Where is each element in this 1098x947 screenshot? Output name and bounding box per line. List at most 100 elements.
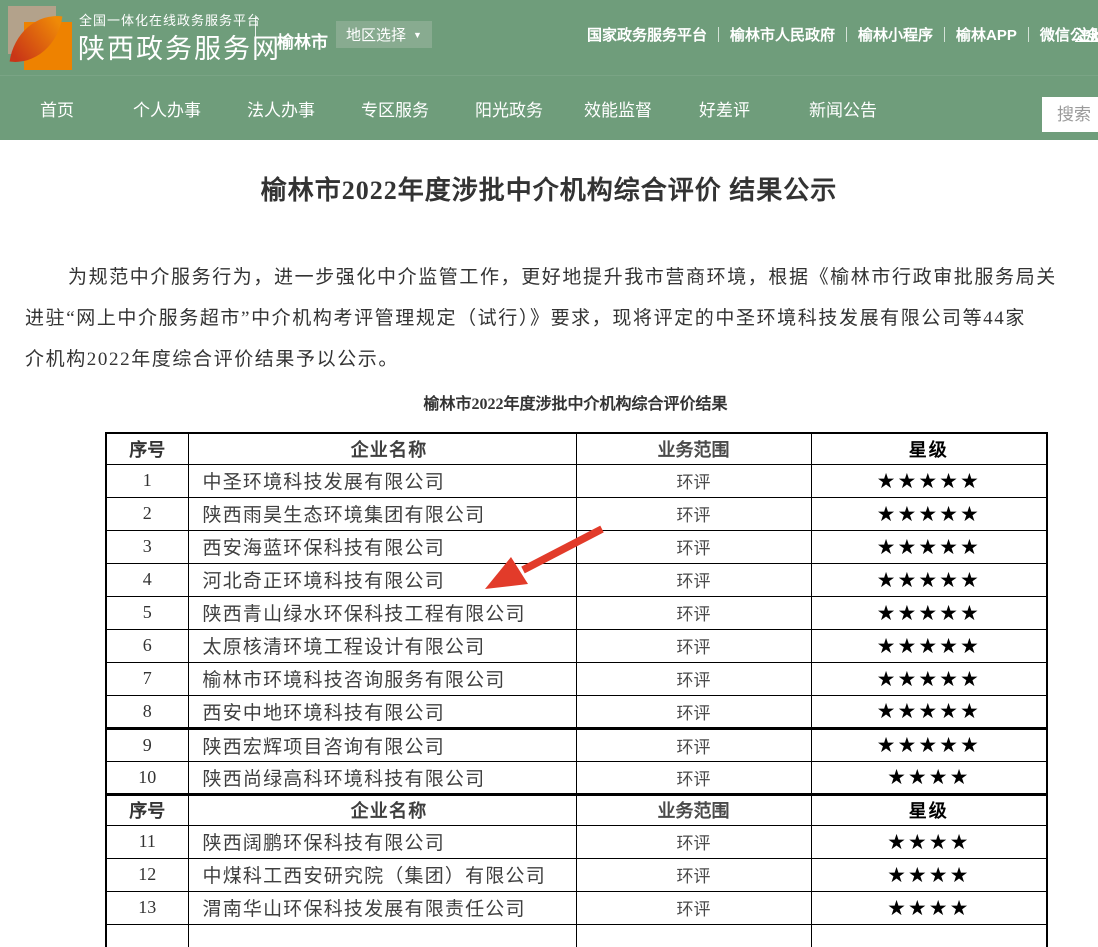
- table-caption: 榆林市2022年度涉批中介机构综合评价结果: [105, 390, 1046, 414]
- row-number: 10: [106, 761, 188, 794]
- nav-item-5[interactable]: 阳光政务: [475, 76, 543, 141]
- business-scope: 环评: [576, 761, 811, 794]
- row-number: 6: [106, 629, 188, 662]
- register-link[interactable]: 注册: [1075, 24, 1098, 45]
- star-rating: ★★★★: [811, 761, 1047, 794]
- column-header: 业务范围: [576, 433, 811, 464]
- announcement-paragraph-line: 为规范中介服务行为，进一步强化中介监管工作，更好地提升我市营商环境，根据《榆林市…: [68, 262, 1057, 289]
- star-rating: ★★★★★: [811, 563, 1047, 596]
- company-name: 陕西阔鹏环保科技有限公司: [188, 825, 576, 858]
- business-scope: 环评: [576, 530, 811, 563]
- topbar-link[interactable]: 榆林APP: [945, 24, 1028, 45]
- page-title: 榆林市2022年度涉批中介机构综合评价 结果公示: [0, 170, 1098, 207]
- business-scope: 环评: [576, 728, 811, 761]
- topbar-quick-links: 国家政务服务平台榆林市人民政府榆林小程序榆林APP微信公众号: [576, 24, 1098, 45]
- table-header-row: 序号企业名称业务范围星级: [106, 433, 1047, 464]
- column-header: 星级: [811, 794, 1047, 825]
- nav-item-4[interactable]: 专区服务: [361, 76, 429, 141]
- column-header: 企业名称: [188, 433, 576, 464]
- row-number: 11: [106, 825, 188, 858]
- row-number: 5: [106, 596, 188, 629]
- column-header: 企业名称: [188, 794, 576, 825]
- company-name: 陕西尚绿高科环境科技有限公司: [188, 761, 576, 794]
- column-header: 序号: [106, 433, 188, 464]
- table-row: 2陕西雨昊生态环境集团有限公司环评★★★★★: [106, 497, 1047, 530]
- table-row: 1中圣环境科技发展有限公司环评★★★★★: [106, 464, 1047, 497]
- site-header: 全国一体化在线政务服务平台 陕西政务服务网 榆林市 地区选择 ▼ 国家政务服务平…: [0, 0, 1098, 75]
- table-row: 3西安海蓝环保科技有限公司环评★★★★★: [106, 530, 1047, 563]
- business-scope: 环评: [576, 464, 811, 497]
- chevron-down-icon: ▼: [413, 30, 422, 40]
- business-scope: 环评: [576, 891, 811, 924]
- topbar-link[interactable]: 榆林小程序: [847, 24, 944, 45]
- nav-item-2[interactable]: 个人办事: [133, 76, 201, 141]
- row-number: 8: [106, 695, 188, 728]
- star-rating: ★★★★★: [811, 596, 1047, 629]
- business-scope: 环评: [576, 563, 811, 596]
- nav-item-3[interactable]: 法人办事: [247, 76, 315, 141]
- column-header: 序号: [106, 794, 188, 825]
- row-number: 3: [106, 530, 188, 563]
- company-name: 西安中地环境科技有限公司: [188, 695, 576, 728]
- region-select-button[interactable]: 地区选择 ▼: [336, 21, 432, 48]
- table-row: 4河北奇正环境科技有限公司环评★★★★★: [106, 563, 1047, 596]
- announcement-paragraph-line: 介机构2022年度综合评价结果予以公示。: [25, 344, 399, 371]
- results-table: 序号企业名称业务范围星级1中圣环境科技发展有限公司环评★★★★★2陕西雨昊生态环…: [105, 432, 1048, 947]
- star-rating: ★★★★★: [811, 662, 1047, 695]
- column-header: 星级: [811, 433, 1047, 464]
- main-navigation: 首页个人办事法人办事专区服务阳光政务效能监督好差评 新闻公告: [0, 75, 1098, 140]
- company-name: 陕西宏辉项目咨询有限公司: [188, 728, 576, 761]
- topbar-link[interactable]: 国家政务服务平台: [576, 24, 718, 45]
- business-scope: 环评: [576, 695, 811, 728]
- star-rating: ★★★★: [811, 891, 1047, 924]
- table-header-row: 序号企业名称业务范围星级: [106, 794, 1047, 825]
- company-name: 陕西雨昊生态环境集团有限公司: [188, 497, 576, 530]
- star-rating: ★★★★★: [811, 497, 1047, 530]
- topbar-link[interactable]: 榆林市人民政府: [719, 24, 846, 45]
- star-rating: ★★★★★: [811, 464, 1047, 497]
- business-scope: 环评: [576, 629, 811, 662]
- row-number: 4: [106, 563, 188, 596]
- table-row: 13渭南华山环保科技发展有限责任公司环评★★★★: [106, 891, 1047, 924]
- brand-divider: [255, 17, 256, 58]
- site-logo-icon: [8, 6, 72, 70]
- company-name: 榆林市环境科技咨询服务有限公司: [188, 662, 576, 695]
- empty-cell: [188, 924, 576, 947]
- empty-cell: [106, 924, 188, 947]
- row-number: 1: [106, 464, 188, 497]
- company-name: 西安海蓝环保科技有限公司: [188, 530, 576, 563]
- search-input[interactable]: [1042, 97, 1098, 132]
- business-scope: 环评: [576, 825, 811, 858]
- site-name: 陕西政务服务网: [78, 27, 281, 66]
- empty-cell: [576, 924, 811, 947]
- star-rating: ★★★★★: [811, 629, 1047, 662]
- nav-item-1[interactable]: 首页: [40, 76, 74, 141]
- company-name: 太原核清环境工程设计有限公司: [188, 629, 576, 662]
- star-rating: ★★★★★: [811, 530, 1047, 563]
- nav-item-7[interactable]: 好差评: [699, 76, 750, 141]
- row-number: 2: [106, 497, 188, 530]
- nav-item-8[interactable]: 新闻公告: [809, 76, 877, 141]
- current-city-label: 榆林市: [277, 28, 328, 53]
- business-scope: 环评: [576, 596, 811, 629]
- row-number: 9: [106, 728, 188, 761]
- table-row: 8西安中地环境科技有限公司环评★★★★★: [106, 695, 1047, 728]
- business-scope: 环评: [576, 497, 811, 530]
- table-row: 12中煤科工西安研究院（集团）有限公司环评★★★★: [106, 858, 1047, 891]
- row-number: 7: [106, 662, 188, 695]
- announcement-paragraph-line: 进驻“网上中介服务超市”中介机构考评管理规定（试行）》要求，现将评定的中圣环境科…: [25, 303, 1026, 330]
- table-row: 5陕西青山绿水环保科技工程有限公司环评★★★★★: [106, 596, 1047, 629]
- star-rating: ★★★★: [811, 858, 1047, 891]
- business-scope: 环评: [576, 858, 811, 891]
- company-name: 渭南华山环保科技发展有限责任公司: [188, 891, 576, 924]
- business-scope: 环评: [576, 662, 811, 695]
- nav-item-6[interactable]: 效能监督: [584, 76, 652, 141]
- row-number: 13: [106, 891, 188, 924]
- table-row: 10陕西尚绿高科环境科技有限公司环评★★★★: [106, 761, 1047, 794]
- empty-cell: [811, 924, 1047, 947]
- column-header: 业务范围: [576, 794, 811, 825]
- star-rating: ★★★★: [811, 825, 1047, 858]
- table-row: 11陕西阔鹏环保科技有限公司环评★★★★: [106, 825, 1047, 858]
- company-name: 中煤科工西安研究院（集团）有限公司: [188, 858, 576, 891]
- table-row-partial: [106, 924, 1047, 947]
